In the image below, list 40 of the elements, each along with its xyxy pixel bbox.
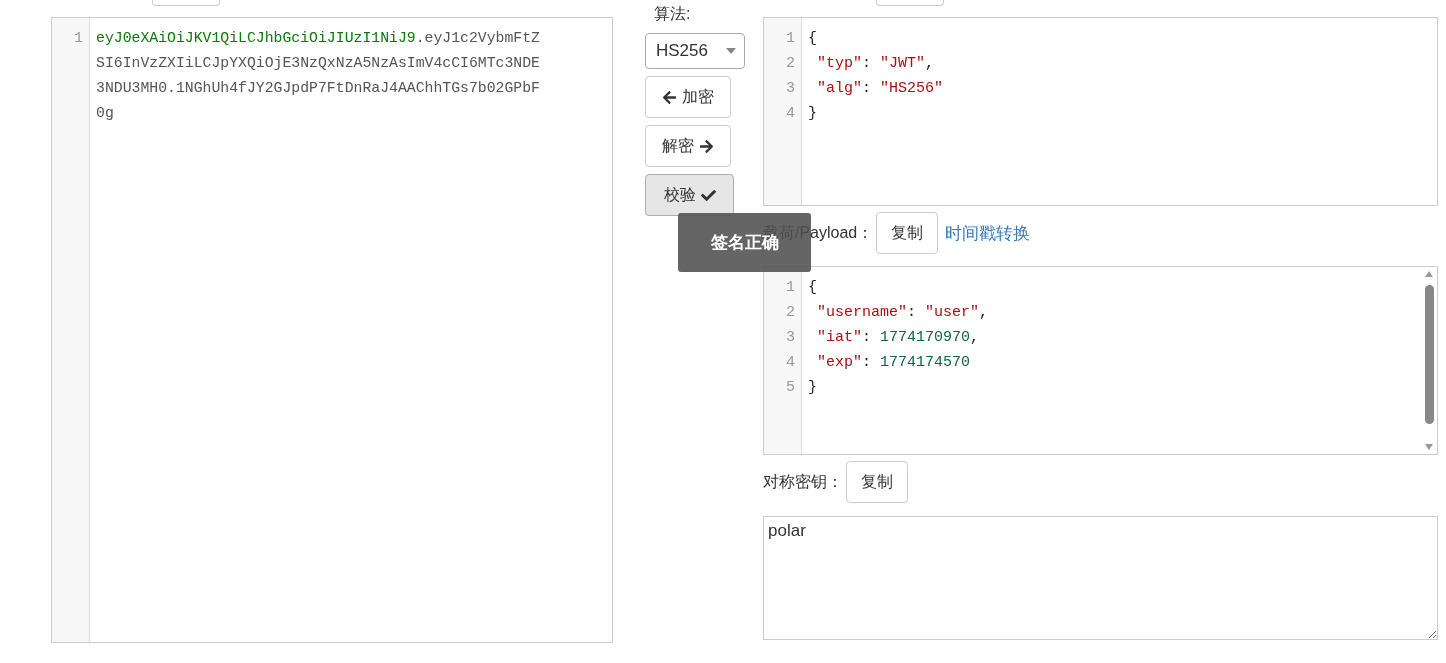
cut-off-button[interactable] bbox=[152, 0, 220, 6]
line-number: 1 bbox=[785, 29, 796, 49]
code-editor[interactable]: 1 2 3 4 5 { "username": "user", "iat": 1774170970, "exp": 1774174570 } bbox=[763, 266, 1438, 455]
line-number: 1 bbox=[785, 278, 796, 298]
secret-field[interactable]: polar bbox=[763, 516, 1438, 640]
token-text: eyJ0eXAiOiJKV1QiLCJhbGciOiJIUzI1NiJ9.eyJ1c2VybmFtZSI6InVzZXIiLCJpYXQiOjE3NzQxNzA5NzAsImV4cCI6MTc3NDE3NDU3MH0.1NGhUh4fJY2GJpdP7FtDnRaJ4AAChhTGs7b02GPbF0g bbox=[96, 29, 541, 123]
copy-button[interactable]: 复制 bbox=[846, 461, 908, 503]
arrow-left-icon bbox=[662, 89, 677, 105]
code-line: "exp": 1774174570 bbox=[816, 353, 972, 373]
line-number: 5 bbox=[785, 378, 796, 398]
timestamp-link[interactable]: 时间戳转换 bbox=[945, 221, 1031, 245]
code-line: } bbox=[808, 104, 818, 124]
algorithm-select[interactable]: HS256 bbox=[645, 33, 745, 69]
line-number: 3 bbox=[785, 328, 796, 348]
cut-off-button[interactable] bbox=[876, 0, 944, 6]
algorithm-label: 算法: bbox=[654, 4, 692, 24]
token-editor[interactable]: 1 eyJ0eXAiOiJKV1QiLCJhbGciOiJIUzI1NiJ9.eyJ1c2VybmFtZSI6InVzZXIiLCJpYXQiOjE3NzQxNzA5NzAsImV4cCI6MTc3NDE3NDU3MH0.1NGhUh4fJY2GJpdP7FtDnRaJ4AAChhTGs7b02GPbF0g bbox=[51, 17, 613, 643]
action-button[interactable]: 加密 bbox=[645, 76, 731, 118]
code-line: "iat": 1774170970, bbox=[816, 328, 981, 348]
code-line: } bbox=[808, 378, 818, 398]
arrow-right-icon bbox=[699, 138, 714, 154]
code-line: "alg": "HS256" bbox=[816, 79, 944, 99]
action-button[interactable]: 校验 bbox=[645, 174, 734, 216]
line-number: 3 bbox=[785, 79, 796, 99]
code-line: "typ": "JWT", bbox=[816, 54, 936, 74]
line-number: 4 bbox=[785, 353, 796, 373]
caret-icon bbox=[726, 48, 736, 54]
line-number: 1 bbox=[73, 29, 84, 49]
action-button[interactable]: 解密 bbox=[645, 125, 731, 167]
line-number: 2 bbox=[785, 54, 796, 74]
code-line: { bbox=[808, 29, 818, 49]
line-number: 4 bbox=[785, 104, 796, 124]
scrollbar[interactable] bbox=[1423, 271, 1435, 450]
code-editor[interactable]: 1 2 3 4 { "typ": "JWT", "alg": "HS256" } bbox=[763, 17, 1438, 206]
check-icon bbox=[700, 187, 716, 203]
code-line: { bbox=[808, 278, 818, 298]
secret-label: 对称密钥： bbox=[763, 471, 843, 492]
copy-button[interactable]: 复制 bbox=[876, 212, 939, 254]
code-line: "username": "user", bbox=[816, 303, 989, 323]
line-number: 2 bbox=[785, 303, 796, 323]
